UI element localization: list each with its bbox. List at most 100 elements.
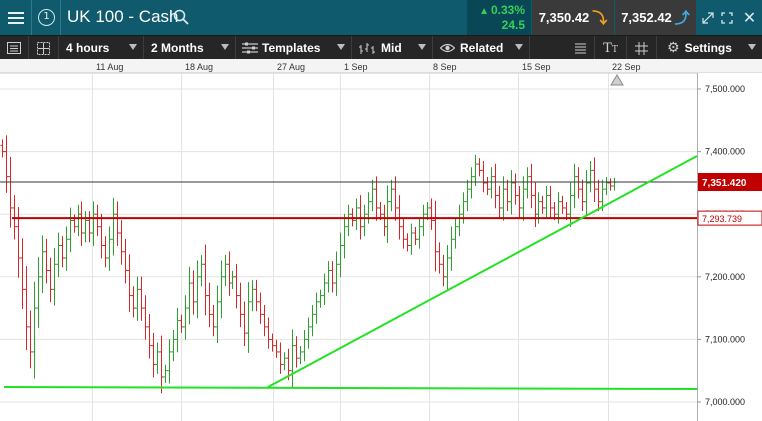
info-button[interactable]: 1 — [33, 0, 61, 35]
ohlc-bar — [199, 254, 204, 287]
up-arrow-icon: ▲ — [479, 6, 489, 17]
date-label: 11 Aug — [96, 62, 123, 72]
ohlc-bar — [389, 179, 394, 212]
ohlc-bar — [529, 163, 534, 209]
price-chart[interactable]: 11 Aug 18 Aug 27 Aug 1 Sep 8 Sep 15 Sep 22 Sep… — [0, 59, 762, 421]
change-percent: 0.33% — [490, 3, 525, 17]
text-size-button[interactable]: TT — [595, 36, 627, 60]
ohlc-bar — [87, 211, 92, 243]
chart-canvas[interactable]: 11 Aug 18 Aug 27 Aug 1 Sep 8 Sep 15 Sep 22 Sep… — [0, 59, 762, 421]
ohlc-bar — [405, 233, 410, 252]
ohlc-bar — [4, 135, 9, 193]
buy-button[interactable]: 7,352.42 ⤴ — [615, 0, 696, 35]
ohlc-bar — [258, 292, 263, 324]
ohlc-bar — [175, 307, 180, 353]
chevron-down-icon — [515, 44, 523, 50]
ohlc-bar — [238, 282, 243, 328]
ohlc-bar — [413, 227, 418, 246]
chart-list-button[interactable] — [0, 36, 29, 60]
ohlc-bar — [473, 154, 478, 187]
ohlc-bar — [441, 254, 446, 287]
date-label: 15 Sep — [522, 62, 551, 72]
instrument-header: 1 UK 100 - Cash ▲ 0.33% 24.5 7,350.42 ⤵ 7… — [0, 0, 762, 35]
ohlc-bar — [195, 260, 200, 319]
price-type-label: Mid — [381, 41, 402, 55]
text-size-icon: TT — [603, 40, 618, 56]
ohlc-bar — [457, 204, 462, 237]
interval-label: 4 hours — [66, 41, 110, 55]
ohlc-bar — [254, 279, 259, 312]
chart-toolbar: 4 hours 2 Months Templates Mid Related T… — [0, 35, 762, 60]
ohlc-bar — [187, 266, 192, 325]
ohlc-bar — [588, 160, 593, 193]
ohlc-bar — [576, 167, 581, 199]
ohlc-bar — [596, 179, 601, 212]
chevron-down-icon — [748, 44, 756, 50]
ohlc-bar — [318, 289, 323, 308]
related-select[interactable]: Related — [433, 36, 530, 60]
ohlc-bar — [183, 295, 188, 340]
ohlc-bar — [437, 242, 442, 274]
ohlc-bar — [147, 314, 152, 359]
date-axis: 11 Aug 18 Aug 27 Aug 1 Sep 8 Sep 15 Sep 22 Sep — [0, 59, 762, 74]
ohlc-bar — [306, 317, 311, 349]
price-tick-label: 7,500.000 — [705, 84, 745, 94]
ohlc-bar — [207, 282, 212, 328]
ohlc-bar — [525, 167, 530, 199]
templates-select[interactable]: Templates — [236, 36, 352, 60]
expand-icon — [721, 11, 733, 24]
ohlc-bar — [322, 273, 327, 305]
price-type-select[interactable]: Mid — [352, 36, 433, 60]
layout-grid-icon — [37, 41, 50, 55]
price-tick-label: 7,400.000 — [705, 147, 745, 157]
ohlc-bar — [40, 235, 45, 294]
ohlc-bar — [382, 204, 387, 237]
date-label: 22 Sep — [612, 62, 641, 72]
price-axis: 7,000.0007,100.0007,200.0007,300.0007,40… — [697, 73, 762, 421]
ohlc-bar — [103, 236, 108, 268]
expand-button[interactable] — [716, 0, 738, 35]
ohlc-bar — [580, 179, 585, 212]
ohlc-bar — [135, 276, 140, 321]
range-select[interactable]: 2 Months — [144, 36, 236, 60]
time-marker-icon — [610, 74, 624, 86]
date-label: 1 Sep — [344, 62, 368, 72]
drawing-list-button[interactable] — [566, 36, 595, 60]
ohlc-bar — [401, 217, 406, 249]
change-points: 24.5 — [501, 18, 525, 32]
ohlc-bar — [119, 220, 124, 265]
chart-window: 1 UK 100 - Cash ▲ 0.33% 24.5 7,350.42 ⤵ 7… — [0, 0, 762, 421]
close-button[interactable]: ✕ — [737, 0, 762, 35]
drawing-overlays[interactable]: 7,351.420 7,293.739 — [0, 74, 762, 390]
ohlc-bars-icon — [359, 42, 375, 54]
chevron-down-icon — [337, 44, 345, 50]
templates-icon — [242, 42, 258, 54]
settings-select[interactable]: ⚙ Settings — [657, 36, 762, 60]
interval-select[interactable]: 4 hours — [59, 36, 144, 60]
ohlc-bar — [111, 197, 116, 256]
ohlc-bar — [246, 282, 251, 353]
ohlc-bar — [346, 204, 351, 237]
buy-arrow-icon: ⤴ — [674, 10, 690, 27]
layout-button[interactable] — [29, 36, 59, 60]
related-label: Related — [460, 41, 504, 55]
sell-button[interactable]: 7,350.42 ⤵ — [532, 0, 614, 35]
ohlc-bar — [211, 304, 216, 337]
ohlc-bar — [409, 223, 414, 255]
search-icon[interactable] — [173, 9, 189, 25]
level-price-label: 7,293.739 — [702, 214, 742, 224]
ohlc-bar — [278, 342, 283, 374]
ohlc-bar — [266, 317, 271, 349]
ohlc-bar — [179, 314, 184, 333]
ohlc-bar — [513, 173, 518, 205]
grid-toggle-button[interactable] — [627, 36, 657, 60]
ohlc-bar — [262, 304, 267, 337]
ohlc-bar — [548, 186, 553, 218]
menu-button[interactable] — [0, 0, 32, 35]
close-icon: ✕ — [742, 9, 757, 27]
ohlc-bar — [159, 335, 164, 394]
ohlc-bar — [568, 182, 573, 228]
ohlc-bar — [24, 266, 29, 351]
grid — [0, 73, 697, 421]
